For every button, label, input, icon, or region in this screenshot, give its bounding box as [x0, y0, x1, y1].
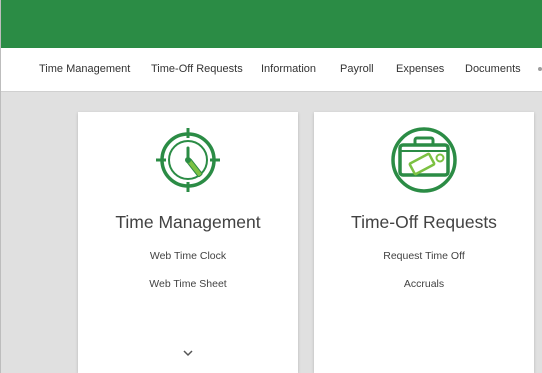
- nav-item-payroll[interactable]: Payroll: [340, 63, 374, 75]
- chevron-down-icon[interactable]: [181, 348, 195, 358]
- web-time-clock-link[interactable]: Web Time Clock: [78, 250, 298, 262]
- nav-item-expenses[interactable]: Expenses: [396, 63, 444, 75]
- top-header-bar: [1, 0, 542, 48]
- nav-overflow-indicator[interactable]: [538, 67, 542, 71]
- main-navigation: Time Management Time-Off Requests Inform…: [1, 48, 542, 92]
- accruals-link[interactable]: Accruals: [314, 278, 534, 290]
- app-window: Time Management Time-Off Requests Inform…: [0, 0, 542, 373]
- card-title: Time-Off Requests: [351, 212, 497, 232]
- nav-item-information[interactable]: Information: [261, 63, 316, 75]
- clock-icon: [156, 128, 220, 192]
- suitcase-icon: [391, 127, 457, 193]
- time-management-card: Time Management Web Time Clock Web Time …: [78, 112, 298, 373]
- time-off-requests-card: Time-Off Requests Request Time Off Accru…: [314, 112, 534, 373]
- request-time-off-link[interactable]: Request Time Off: [314, 250, 534, 262]
- web-time-sheet-link[interactable]: Web Time Sheet: [78, 278, 298, 290]
- nav-item-time-management[interactable]: Time Management: [39, 63, 130, 75]
- nav-item-time-off-requests[interactable]: Time-Off Requests: [151, 63, 243, 75]
- window-edge: [0, 0, 1, 373]
- nav-item-documents[interactable]: Documents: [465, 63, 521, 75]
- card-title: Time Management: [115, 212, 261, 232]
